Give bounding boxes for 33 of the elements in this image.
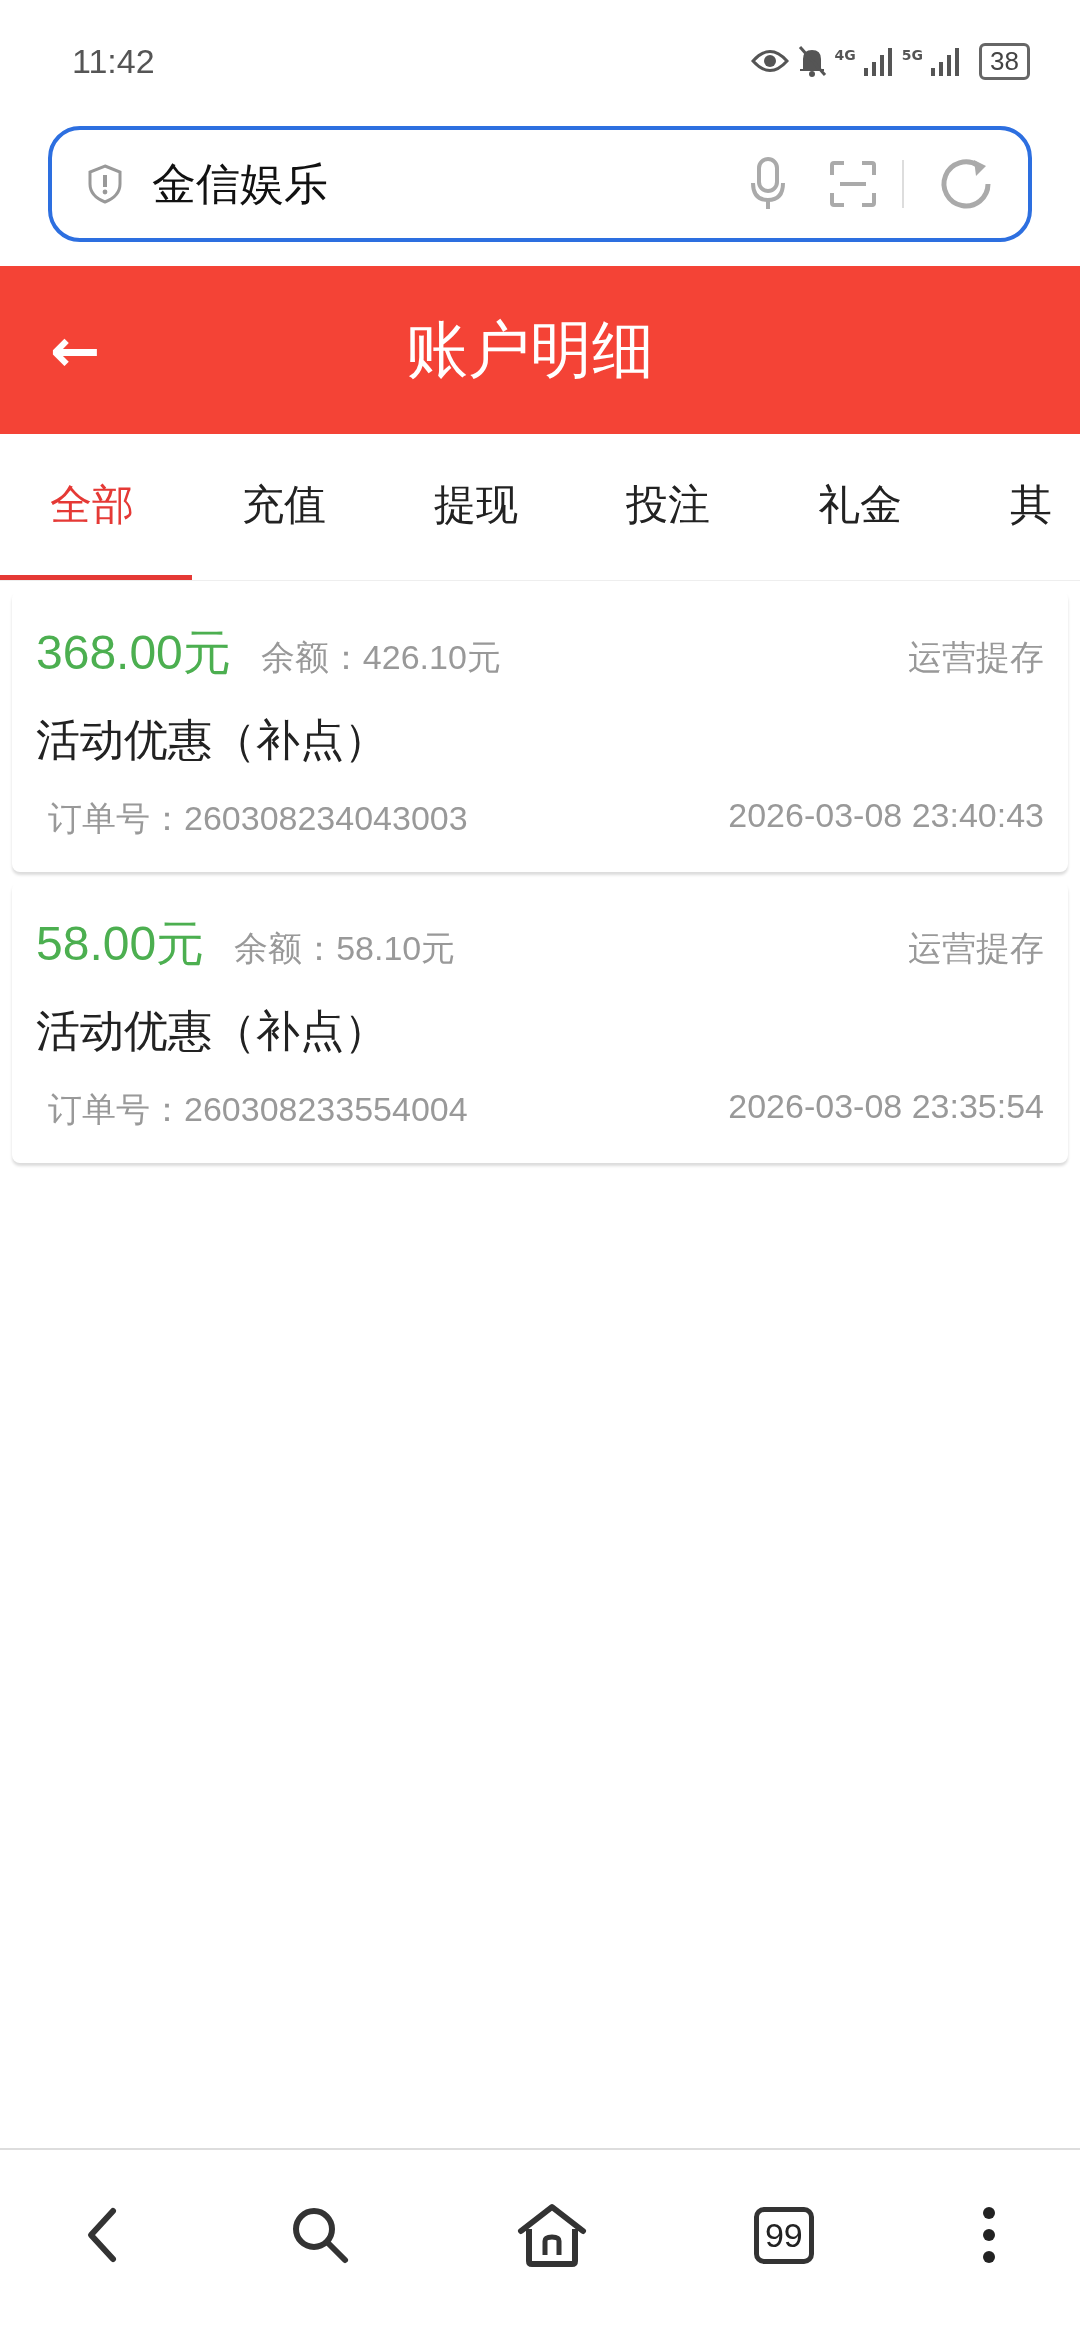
filter-tab[interactable]: 投注 [576, 434, 768, 580]
search-icon[interactable] [290, 2205, 351, 2265]
network-label: 4G [834, 46, 856, 63]
eye-icon [750, 48, 789, 74]
home-icon[interactable] [517, 2203, 588, 2267]
transaction-type: 运营提存 [908, 636, 1044, 679]
filter-tab[interactable]: 其 [960, 434, 1080, 580]
timestamp: 2026-03-08 23:40:43 [728, 796, 1044, 836]
network-label: 5G [901, 46, 924, 63]
balance: 余额：58.10元 [234, 928, 457, 969]
signal-icon [931, 46, 962, 76]
balance: 余额：426.10元 [260, 637, 502, 678]
transaction-type: 运营提存 [908, 927, 1044, 970]
timestamp: 2026-03-08 23:35:54 [728, 1087, 1044, 1127]
tabs-button[interactable]: 99 [753, 2206, 814, 2264]
shield-icon [88, 164, 122, 204]
more-icon[interactable] [980, 2205, 997, 2265]
muted-bell-icon [796, 45, 827, 77]
transaction-title: 活动优惠（补点） [36, 713, 389, 767]
page-title: 账户明细 [406, 312, 654, 388]
amount: 368.00元 [36, 625, 231, 681]
filter-tab[interactable]: 礼金 [768, 434, 960, 580]
signal-icon [863, 46, 894, 76]
transaction-title: 活动优惠（补点） [36, 1004, 389, 1058]
filter-tab[interactable]: 提现 [384, 434, 576, 580]
status-time: 11:42 [72, 41, 155, 81]
order-number: 订单号：260308234043003 [48, 798, 468, 839]
filter-tab[interactable]: 充值 [192, 434, 384, 580]
back-button[interactable]: ← [50, 315, 101, 385]
filter-tab[interactable]: 全部 [0, 434, 192, 580]
amount: 58.00元 [36, 916, 205, 972]
battery-indicator: 38 [979, 42, 1030, 80]
order-number: 订单号：260308233554004 [48, 1089, 468, 1130]
